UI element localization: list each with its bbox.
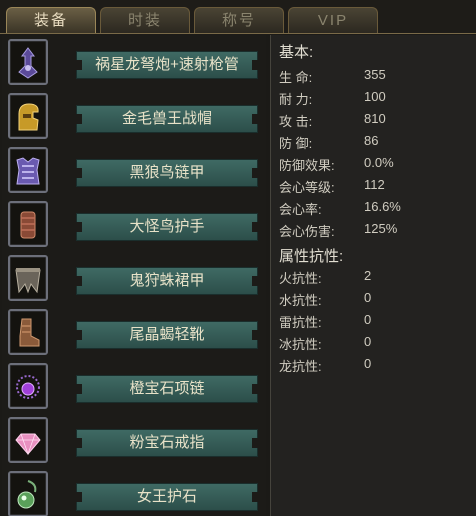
gauntlet-icon (20, 211, 36, 239)
stat-label: 耐 力: (279, 92, 313, 107)
equipment-slot[interactable] (8, 417, 48, 463)
equipment-name: 大怪鸟护手 (76, 213, 258, 241)
stat-value: 0.0% (364, 155, 394, 170)
equipment-slot[interactable] (8, 201, 48, 247)
stat-label: 会心等级: (279, 180, 335, 195)
stat-label: 火抗性: (279, 271, 322, 286)
stat-thunder-resist: 雷抗性: 0 (279, 312, 469, 332)
equipment-name: 金毛兽王战帽 (76, 105, 258, 133)
boots-icon (19, 318, 40, 347)
stat-fire-resist: 火抗性: 2 (279, 268, 469, 288)
stat-ice-resist: 冰抗性: 0 (279, 334, 469, 354)
talisman-icon (17, 480, 37, 509)
stat-label: 龙抗性: (279, 359, 322, 374)
equipment-slot[interactable] (8, 471, 48, 516)
crossbow-icon (18, 47, 38, 79)
stat-value: 0 (364, 290, 372, 305)
equipment-row-talisman[interactable]: 女王护石 (6, 471, 264, 516)
equipment-name: 鬼狩蛛裙甲 (76, 267, 258, 295)
stat-defense: 防 御: 86 (279, 133, 469, 153)
stat-label: 生 命: (279, 70, 313, 85)
stat-label: 攻 击: (279, 114, 313, 129)
equipment-list: 祸星龙弩炮+速射枪管 金毛兽王战帽 黑狼鸟链甲 大怪鸟护手 鬼狩蛛裙甲 尾晶蝎轻… (2, 35, 266, 516)
chestplate-icon (16, 157, 40, 185)
equipment-slot[interactable] (8, 363, 48, 409)
stat-value: 2 (364, 268, 372, 283)
equipment-row-ring[interactable]: 粉宝石戒指 (6, 417, 264, 467)
equipment-row-gauntlet[interactable]: 大怪鸟护手 (6, 201, 264, 251)
tab-bar: 装备 时装 称号 VIP (0, 0, 476, 34)
necklace-icon (16, 375, 40, 399)
stat-dragon-resist: 龙抗性: 0 (279, 356, 469, 376)
tab-title[interactable]: 称号 (194, 7, 284, 33)
stat-water-resist: 水抗性: 0 (279, 290, 469, 310)
equipment-slot[interactable] (8, 309, 48, 355)
stat-hp: 生 命: 355 (279, 67, 469, 87)
equipment-name: 女王护石 (76, 483, 258, 511)
stat-crit-damage: 会心伤害: 125% (279, 221, 469, 241)
stat-value: 0 (364, 356, 372, 371)
equipment-slot[interactable] (8, 255, 48, 301)
equipment-slot[interactable] (8, 93, 48, 139)
stat-label: 防 御: (279, 136, 313, 151)
stats-panel: 基本: 生 命: 355 耐 力: 100 攻 击: 810 防 御: 86 防… (270, 35, 476, 516)
stat-label: 会心伤害: (279, 224, 335, 239)
resist-stats-title: 属性抗性: (279, 248, 344, 265)
equipment-slot[interactable] (8, 39, 48, 85)
equipment-row-boots[interactable]: 尾晶蝎轻靴 (6, 309, 264, 359)
stat-value: 112 (364, 177, 385, 192)
stat-value: 355 (364, 67, 386, 82)
helmet-icon (18, 103, 39, 131)
stat-label: 水抗性: (279, 293, 322, 308)
stat-value: 100 (364, 89, 386, 104)
equipment-row-weapon[interactable]: 祸星龙弩炮+速射枪管 (6, 39, 264, 89)
equipment-name: 橙宝石项链 (76, 375, 258, 403)
equipment-row-necklace[interactable]: 橙宝石项链 (6, 363, 264, 413)
equipment-row-helmet[interactable]: 金毛兽王战帽 (6, 93, 264, 143)
stat-value: 86 (364, 133, 379, 148)
tab-divider (0, 33, 476, 34)
equipment-name: 祸星龙弩炮+速射枪管 (76, 51, 258, 79)
stat-attack: 攻 击: 810 (279, 111, 469, 131)
waist-armor-icon (15, 268, 41, 294)
stat-label: 雷抗性: (279, 315, 322, 330)
equipment-row-waist[interactable]: 鬼狩蛛裙甲 (6, 255, 264, 305)
ring-icon (15, 433, 41, 456)
equipment-slot[interactable] (8, 147, 48, 193)
equipment-name: 黑狼鸟链甲 (76, 159, 258, 187)
stat-label: 会心率: (279, 202, 322, 217)
tab-vip[interactable]: VIP (288, 7, 378, 33)
stat-value: 125% (364, 221, 398, 236)
stat-value: 0 (364, 312, 372, 327)
stat-stamina: 耐 力: 100 (279, 89, 469, 109)
equipment-name: 粉宝石戒指 (76, 429, 258, 457)
stat-value: 810 (364, 111, 386, 126)
stat-value: 16.6% (364, 199, 401, 214)
basic-stats-title: 基本: (279, 44, 314, 61)
tab-equipment[interactable]: 装备 (6, 7, 96, 33)
stat-defense-effect: 防御效果: 0.0% (279, 155, 469, 175)
stat-value: 0 (364, 334, 372, 349)
tab-fashion[interactable]: 时装 (100, 7, 190, 33)
stat-crit-level: 会心等级: 112 (279, 177, 469, 197)
stat-label: 防御效果: (279, 158, 335, 173)
stat-label: 冰抗性: (279, 337, 322, 352)
equipment-row-chest[interactable]: 黑狼鸟链甲 (6, 147, 264, 197)
equipment-name: 尾晶蝎轻靴 (76, 321, 258, 349)
stat-crit-rate: 会心率: 16.6% (279, 199, 469, 219)
